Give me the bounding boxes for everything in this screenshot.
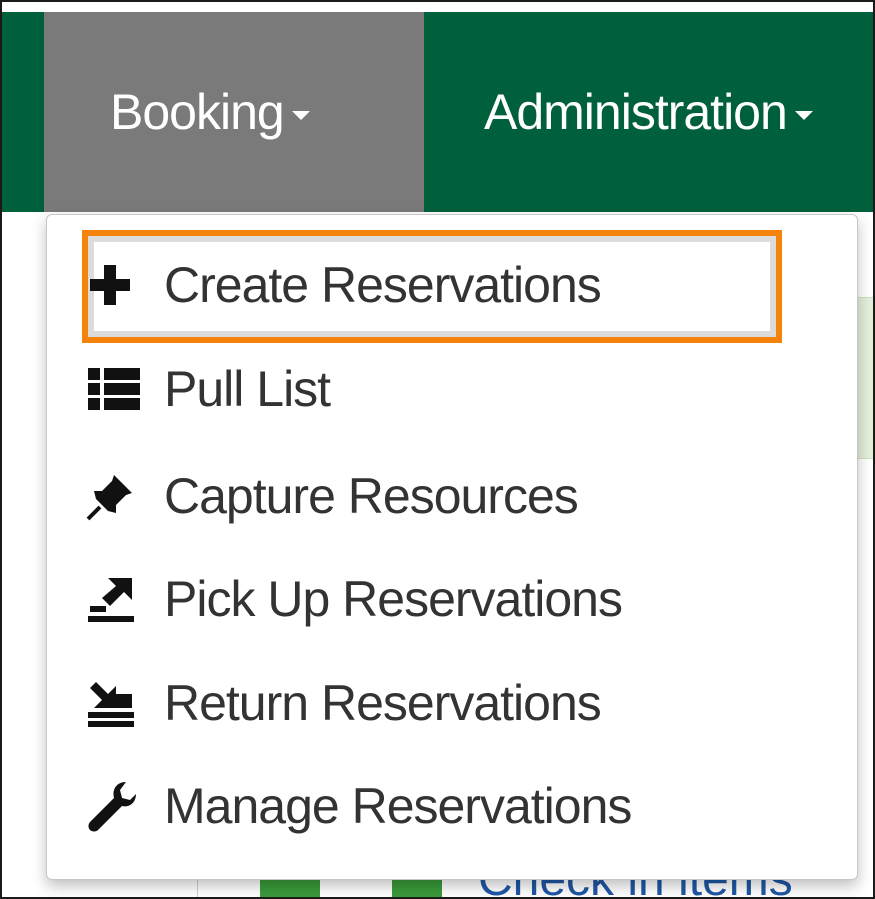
menu-item-return-reservations[interactable]: Return Reservations bbox=[86, 674, 602, 732]
plus-icon bbox=[86, 260, 152, 310]
top-navbar: Booking Administration bbox=[2, 12, 873, 212]
menu-item-manage-reservations[interactable]: Manage Reservations bbox=[86, 777, 632, 835]
menu-item-label: Manage Reservations bbox=[164, 778, 632, 834]
app-frame: Check in items Booking Administration Cr… bbox=[0, 0, 875, 899]
menu-item-create-reservations[interactable]: Create Reservations bbox=[86, 256, 602, 314]
pickup-icon bbox=[86, 574, 152, 624]
caret-down-icon bbox=[794, 110, 813, 120]
nav-booking-dropdown[interactable]: Booking bbox=[44, 12, 424, 212]
pushpin-icon bbox=[86, 471, 152, 521]
menu-item-label: Pick Up Reservations bbox=[164, 571, 623, 627]
menu-item-capture-resources[interactable]: Capture Resources bbox=[86, 467, 579, 525]
menu-item-pull-list[interactable]: Pull List bbox=[86, 360, 331, 418]
menu-item-pick-up-reservations[interactable]: Pick Up Reservations bbox=[86, 570, 623, 628]
list-icon bbox=[86, 364, 152, 414]
caret-down-icon bbox=[291, 110, 310, 120]
menu-item-label: Return Reservations bbox=[164, 675, 602, 731]
menu-item-label: Create Reservations bbox=[164, 257, 602, 313]
nav-booking-label: Booking bbox=[110, 84, 285, 140]
wrench-icon bbox=[86, 781, 152, 832]
nav-administration-dropdown[interactable]: Administration bbox=[484, 12, 813, 212]
nav-administration-label: Administration bbox=[484, 84, 788, 140]
menu-item-label: Capture Resources bbox=[164, 468, 579, 524]
return-icon bbox=[86, 678, 152, 728]
menu-item-label: Pull List bbox=[164, 361, 331, 417]
